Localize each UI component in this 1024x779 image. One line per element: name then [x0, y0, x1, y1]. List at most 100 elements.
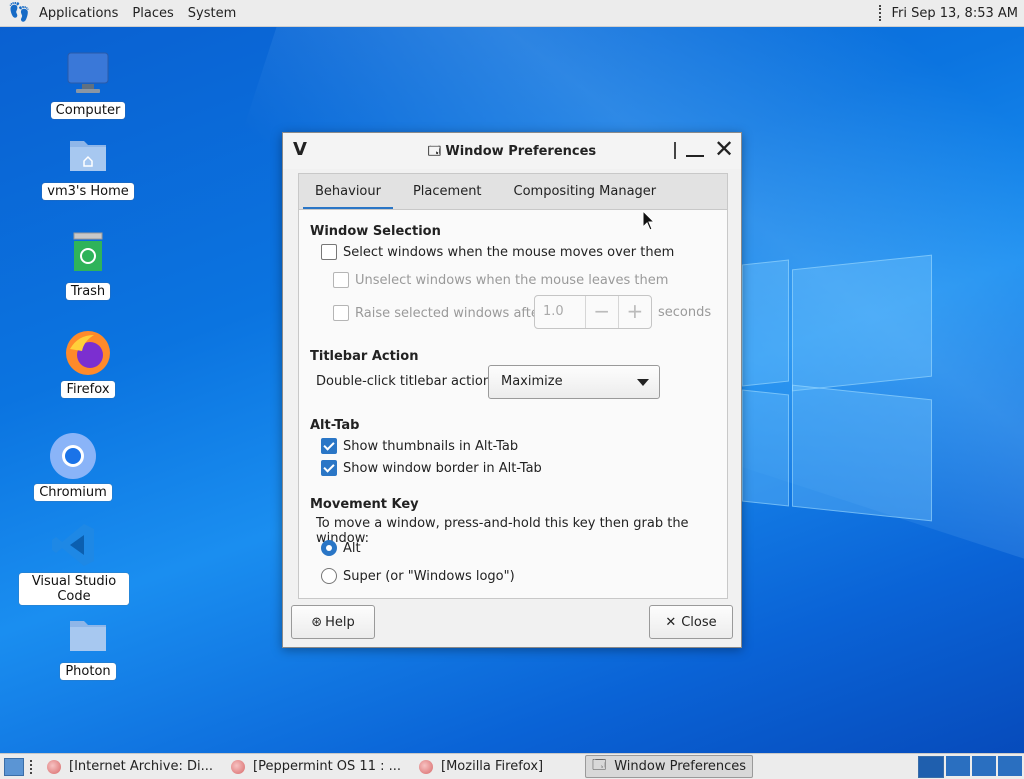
workspace-2[interactable] — [946, 756, 970, 776]
workspace-switcher — [916, 756, 1022, 778]
select-on-hover-checkbox[interactable] — [321, 244, 337, 260]
behaviour-panel: Window Selection Select windows when the… — [298, 209, 728, 599]
desktop-icon-firefox[interactable]: Firefox — [33, 329, 143, 398]
alt-tab-heading: Alt-Tab — [310, 418, 360, 433]
window-icon: 🗔 — [592, 756, 606, 778]
firefox-icon — [64, 329, 112, 377]
alt-radio[interactable] — [321, 540, 337, 556]
panel-grip[interactable] — [879, 5, 886, 21]
clock[interactable]: Fri Sep 13, 8:53 AM — [892, 6, 1024, 21]
applications-menu[interactable]: Applications — [32, 0, 125, 26]
desktop-icon-label: Visual Studio Code — [19, 573, 129, 605]
desktop-icon-label: Firefox — [61, 381, 114, 398]
raise-after-option: Raise selected windows after — [333, 305, 544, 321]
show-border-checkbox[interactable] — [321, 460, 337, 476]
computer-icon — [64, 50, 112, 98]
movement-key-heading: Movement Key — [310, 497, 419, 512]
firefox-icon — [47, 760, 61, 774]
desktop-icon-label: vm3's Home — [42, 183, 134, 200]
task-window-preferences[interactable]: 🗔 Window Preferences — [585, 755, 753, 778]
workspace-3[interactable] — [972, 756, 996, 776]
movement-key-super-option[interactable]: Super (or "Windows logo") — [321, 568, 515, 584]
workspace-4[interactable] — [998, 756, 1022, 776]
window-selection-heading: Window Selection — [310, 224, 441, 239]
desktop-icon-home[interactable]: vm3's Home — [33, 131, 143, 200]
unselect-on-leave-label: Unselect windows when the mouse leaves t… — [355, 273, 668, 288]
desktop-icon-chromium[interactable]: Chromium — [18, 432, 128, 501]
movement-key-description: To move a window, press-and-hold this ke… — [316, 516, 727, 546]
places-menu[interactable]: Places — [125, 0, 180, 26]
help-icon: ⊛ — [311, 615, 322, 630]
raise-delay-spinner: 1.0 − + — [534, 295, 652, 329]
desktop-icon-label: Chromium — [34, 484, 112, 501]
desktop-icon-label: Trash — [66, 283, 110, 300]
dialog-titlebar[interactable]: V 🗔 Window Preferences ✕ — [283, 133, 741, 169]
tab-placement[interactable]: Placement — [397, 174, 498, 210]
desktop-icon-vscode[interactable]: Visual Studio Code — [19, 521, 129, 605]
show-border-label: Show window border in Alt-Tab — [343, 461, 542, 476]
close-button-icon: ✕ — [665, 615, 676, 630]
wallpaper-logo-pane — [742, 390, 789, 507]
task-label: Window Preferences — [614, 759, 746, 774]
titlebar-action-value: Maximize — [501, 374, 563, 389]
task-mozilla-firefox[interactable]: [Mozilla Firefox] — [413, 756, 549, 777]
show-desktop-icon[interactable] — [4, 758, 24, 776]
raise-after-checkbox — [333, 305, 349, 321]
desktop-icon-computer[interactable]: Computer — [33, 50, 143, 119]
firefox-icon — [419, 760, 433, 774]
task-internet-archive[interactable]: [Internet Archive: Di... — [41, 756, 219, 777]
show-border-option[interactable]: Show window border in Alt-Tab — [321, 460, 542, 476]
close-button[interactable]: ✕ Close — [649, 605, 733, 639]
taskbar-grip[interactable] — [30, 760, 35, 774]
decrement-icon: − — [585, 296, 618, 328]
help-button-label: Help — [325, 615, 355, 630]
wallpaper-logo-pane — [742, 260, 789, 387]
raise-delay-value: 1.0 — [535, 296, 585, 328]
task-peppermint[interactable]: [Peppermint OS 11 : ... — [225, 756, 407, 777]
dropdown-arrow-icon — [637, 379, 649, 386]
chromium-icon — [49, 432, 97, 480]
show-thumbnails-option[interactable]: Show thumbnails in Alt-Tab — [321, 438, 518, 454]
workspace-1[interactable] — [918, 756, 944, 778]
close-icon[interactable]: ✕ — [714, 136, 734, 162]
desktop-icon-trash[interactable]: Trash — [33, 231, 143, 300]
increment-icon: + — [618, 296, 651, 328]
unselect-on-leave-checkbox — [333, 272, 349, 288]
top-panel: 👣 Applications Places System Fri Sep 13,… — [0, 0, 1024, 27]
task-label: [Mozilla Firefox] — [441, 759, 543, 774]
alt-radio-label: Alt — [343, 541, 361, 556]
titlebar-action-heading: Titlebar Action — [310, 349, 418, 364]
mouse-pointer-icon — [642, 210, 656, 232]
vscode-icon — [50, 521, 98, 569]
system-menu[interactable]: System — [181, 0, 243, 26]
tab-compositing-manager[interactable]: Compositing Manager — [498, 174, 673, 210]
titlebar-action-select[interactable]: Maximize — [488, 365, 660, 399]
window-icon: 🗔 — [428, 144, 441, 158]
trash-icon — [64, 231, 112, 279]
firefox-icon — [231, 760, 245, 774]
wallpaper-logo-pane — [792, 255, 932, 392]
super-radio-label: Super (or "Windows logo") — [343, 569, 515, 584]
tab-behaviour[interactable]: Behaviour — [299, 174, 397, 210]
select-on-hover-label: Select windows when the mouse moves over… — [343, 245, 674, 260]
desktop-icon-label: Photon — [60, 663, 115, 680]
dialog-title-text: Window Preferences — [445, 144, 596, 159]
tab-bar: Behaviour Placement Compositing Manager — [298, 173, 728, 210]
super-radio[interactable] — [321, 568, 337, 584]
raise-delay-unit: seconds — [658, 305, 711, 320]
desktop-icon-label: Computer — [51, 102, 126, 119]
show-thumbnails-checkbox[interactable] — [321, 438, 337, 454]
unselect-on-leave-option: Unselect windows when the mouse leaves t… — [333, 272, 668, 288]
movement-key-alt-option[interactable]: Alt — [321, 540, 361, 556]
show-thumbnails-label: Show thumbnails in Alt-Tab — [343, 439, 518, 454]
gnome-foot-icon[interactable]: 👣 — [8, 2, 30, 24]
task-label: [Peppermint OS 11 : ... — [253, 759, 401, 774]
desktop-icon-photon[interactable]: Photon — [33, 611, 143, 680]
minimize-icon[interactable] — [686, 141, 704, 159]
bottom-taskbar: [Internet Archive: Di... [Peppermint OS … — [0, 753, 1024, 779]
close-button-label: Close — [681, 615, 716, 630]
help-button[interactable]: ⊛ Help — [291, 605, 375, 639]
task-label: [Internet Archive: Di... — [69, 759, 213, 774]
select-on-hover-option[interactable]: Select windows when the mouse moves over… — [321, 244, 674, 260]
folder-icon — [64, 611, 112, 659]
